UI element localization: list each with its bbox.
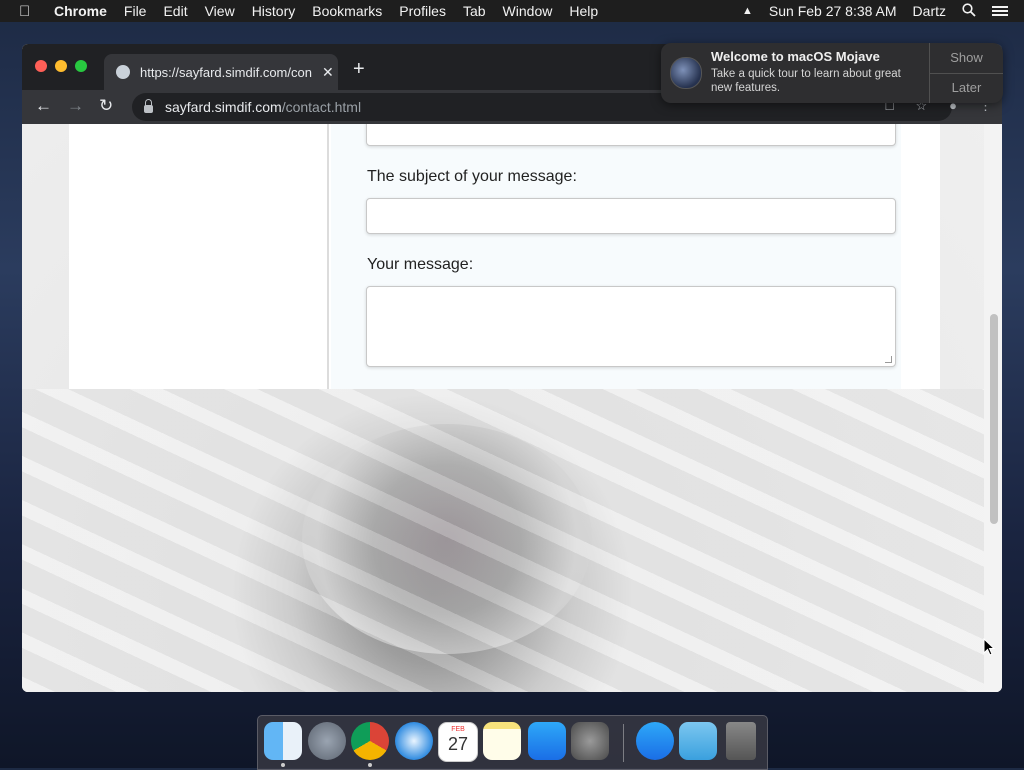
subject-input[interactable] <box>366 198 896 234</box>
close-window-button[interactable] <box>35 60 47 72</box>
finder-running-indicator <box>281 763 285 767</box>
menu-bar:  Chrome File Edit View History Bookmark… <box>0 0 1024 22</box>
chrome-icon[interactable] <box>351 722 389 760</box>
message-label: Your message: <box>367 256 474 273</box>
contact-form: The subject of your message: Your messag… <box>331 124 901 389</box>
contact-panel: The subject of your message: Your messag… <box>69 124 940 389</box>
dock: FEB 27 <box>257 715 768 770</box>
menu-bookmarks[interactable]: Bookmarks <box>312 3 382 19</box>
notification-body: Take a quick tour to learn about great n… <box>711 68 901 94</box>
apple-icon[interactable]:  <box>19 3 37 20</box>
chrome-running-indicator <box>368 763 372 767</box>
calendar-icon[interactable]: FEB 27 <box>438 722 478 762</box>
menu-view[interactable]: View <box>205 3 235 19</box>
mouse-cursor-icon <box>983 638 995 656</box>
browser-tab[interactable]: https://sayfard.simdif.com/con ✕ <box>104 54 338 90</box>
notification-later-button[interactable]: Later <box>930 73 1003 103</box>
notification-banner[interactable]: Welcome to macOS Mojave Take a quick tou… <box>661 43 1003 103</box>
menubar-clock[interactable]: Sun Feb 27 8:38 AM <box>769 3 897 19</box>
window-controls <box>35 60 95 72</box>
minimize-window-button[interactable] <box>55 60 67 72</box>
email-field[interactable] <box>366 124 896 146</box>
safari-icon[interactable] <box>395 722 433 760</box>
trash-icon[interactable] <box>726 722 756 760</box>
reload-icon[interactable]: ↻ <box>99 96 113 116</box>
close-tab-icon[interactable]: ✕ <box>322 64 334 81</box>
notification-title: Welcome to macOS Mojave <box>711 49 880 64</box>
launchpad-icon[interactable] <box>308 722 346 760</box>
macos-mojave-icon <box>670 57 702 89</box>
page-content[interactable]: The subject of your message: Your messag… <box>22 124 1002 692</box>
address-url[interactable]: sayfard.simdif.com/contact.html <box>165 99 361 115</box>
calendar-month: FEB <box>451 726 465 733</box>
menubar-user[interactable]: Dartz <box>913 3 946 19</box>
zoom-window-button[interactable] <box>75 60 87 72</box>
menu-app-chrome[interactable]: Chrome <box>54 3 107 19</box>
menu-edit[interactable]: Edit <box>163 3 187 19</box>
left-column <box>69 124 329 389</box>
dock-separator <box>623 724 624 762</box>
calendar-day: 27 <box>447 734 469 754</box>
forward-arrow-icon[interactable]: → <box>67 96 84 116</box>
url-host: sayfard.simdif.com <box>165 99 282 115</box>
finder-icon[interactable] <box>264 722 302 760</box>
menu-file[interactable]: File <box>124 3 147 19</box>
menu-window[interactable]: Window <box>503 3 553 19</box>
menu-help[interactable]: Help <box>569 3 598 19</box>
notification-center-icon[interactable] <box>992 5 1008 17</box>
url-path: /contact.html <box>281 99 362 115</box>
menu-tab[interactable]: Tab <box>463 3 486 19</box>
notification-show-button[interactable]: Show <box>930 43 1003 74</box>
app-store-download-icon[interactable] <box>636 722 674 760</box>
tab-title: https://sayfard.simdif.com/con <box>140 64 312 80</box>
subject-label: The subject of your message: <box>367 168 577 185</box>
spotlight-search-icon[interactable] <box>962 2 976 20</box>
browser-window: https://sayfard.simdif.com/con ✕ + ← → ↻… <box>22 44 1002 692</box>
notes-icon[interactable] <box>483 722 521 760</box>
menu-profiles[interactable]: Profiles <box>399 3 446 19</box>
system-preferences-icon[interactable] <box>571 722 609 760</box>
back-arrow-icon[interactable]: ← <box>35 96 52 116</box>
new-tab-icon[interactable]: + <box>353 59 365 79</box>
resize-handle-icon[interactable] <box>885 356 892 363</box>
scrollbar-thumb[interactable] <box>990 314 998 524</box>
downloads-folder-icon[interactable] <box>679 722 717 760</box>
eject-icon[interactable]: ▲ <box>742 5 753 17</box>
blurred-background <box>22 389 1002 692</box>
menu-history[interactable]: History <box>252 3 296 19</box>
lock-icon[interactable] <box>144 99 153 113</box>
message-textarea[interactable] <box>366 286 896 367</box>
app-store-icon[interactable] <box>528 722 566 760</box>
favicon-icon <box>116 65 130 79</box>
